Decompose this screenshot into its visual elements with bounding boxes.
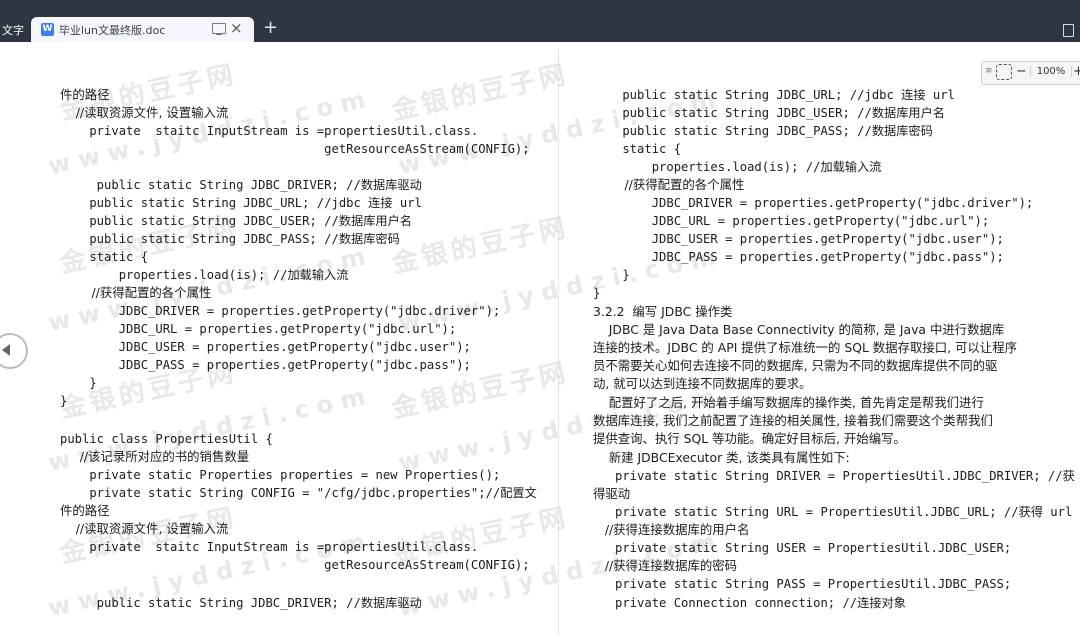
text-line: 配置好了之后, 开始着手编写数据库的操作类, 首先肯定是帮我们进行 (593, 395, 984, 410)
text-line: public class PropertiesUtil { (60, 432, 273, 446)
zoom-out-button[interactable]: − (1016, 64, 1027, 79)
text-line: //读取资源文件, 设置输入流 (60, 521, 229, 536)
text-line: JDBC 是 Java Data Base Connectivity 的简称, … (593, 322, 1005, 337)
tab-bar: 文字 W 毕业lun文最终版.doc × + (0, 0, 1080, 42)
text-line: public static String JDBC_URL; //jdbc 连接… (593, 88, 955, 102)
text-line: JDBC_PASS = properties.getProperty("jdbc… (593, 250, 1004, 264)
text-line: JDBC_URL = properties.getProperty("jdbc.… (593, 214, 990, 228)
text-line: public static String JDBC_PASS; //数据库密码 (60, 232, 400, 246)
text-line: private static String DRIVER = Propertie… (593, 469, 1075, 483)
text-line: } (60, 394, 68, 408)
word-doc-icon: W (41, 23, 54, 36)
fit-to-page-icon[interactable] (996, 64, 1012, 80)
tab-document[interactable]: W 毕业lun文最终版.doc × (31, 17, 254, 42)
text-line: //获得连接数据库的密码 (593, 558, 738, 573)
text-line: //读取资源文件, 设置输入流 (60, 105, 229, 120)
text-line: 连接的技术。JDBC 的 API 提供了标准统一的 SQL 数据存取接口, 可以… (593, 340, 1017, 355)
window-layout-icon[interactable] (1063, 24, 1074, 37)
tab-text[interactable]: 文字 (0, 20, 24, 42)
text-line: JDBC_URL = properties.getProperty("jdbc.… (60, 322, 457, 336)
text-line: //获得连接数据库的用户名 (593, 522, 750, 537)
text-line: public static String JDBC_DRIVER; //数据库驱… (60, 178, 422, 192)
text-line: 得驱动 (593, 486, 631, 501)
text-line: private staitc InputStream is =propertie… (60, 540, 479, 554)
text-line: JDBC_DRIVER = properties.getProperty("jd… (593, 196, 1034, 210)
new-tab-button[interactable]: + (263, 17, 278, 38)
text-line: JDBC_USER = properties.getProperty("jdbc… (60, 340, 471, 354)
text-line: properties.load(is); //加载输入流 (60, 268, 349, 282)
text-line: getResourceAsStream(CONFIG); (60, 558, 530, 572)
text-line: private static String CONFIG = "/cfg/jdb… (60, 486, 537, 500)
text-line: public static String JDBC_PASS; //数据库密码 (593, 124, 933, 138)
text-line: } (593, 286, 601, 300)
monitor-icon[interactable] (212, 23, 226, 35)
zoom-in-button[interactable]: + (1073, 64, 1080, 79)
text-line: JDBC_DRIVER = properties.getProperty("jd… (60, 304, 501, 318)
column-divider (558, 48, 559, 635)
text-line: private static String PASS = PropertiesU… (593, 577, 1012, 591)
text-line: 数据库连接, 我们之前配置了连接的相关属性, 接着我们需要这个类帮我们 (593, 413, 993, 428)
text-line: JDBC_USER = properties.getProperty("jdbc… (593, 232, 1004, 246)
text-line: 提供查询、执行 SQL 等功能。确定好目标后, 开始编写。 (593, 431, 906, 446)
text-line: private static Properties properties = n… (60, 468, 501, 482)
text-line: 新建 JDBCExecutor 类, 该类具有属性如下: (593, 450, 850, 465)
zoom-control: ≡ − 100% + (981, 61, 1080, 85)
text-line: public static String JDBC_URL; //jdbc 连接… (60, 196, 422, 210)
text-line: static { (593, 142, 682, 156)
text-line: //获得配置的各个属性 (60, 285, 212, 300)
text-line: properties.load(is); //加载输入流 (593, 160, 882, 174)
text-line: 件的路径 (60, 503, 110, 518)
text-line: } (593, 268, 630, 282)
drag-handle-icon[interactable]: ≡ (985, 66, 993, 76)
text-line: //获得配置的各个属性 (593, 177, 745, 192)
text-line: 动, 就可以达到连接不同数据库的要求。 (593, 376, 812, 391)
text-line: private static String URL = PropertiesUt… (593, 505, 1073, 519)
text-line: public static String JDBC_USER; //数据库用户名 (60, 214, 412, 228)
zoom-level[interactable]: 100% (1030, 66, 1072, 77)
section-heading: 3.2.2 编写 JDBC 操作类 (593, 304, 733, 319)
text-line: private staitc InputStream is =propertie… (60, 124, 479, 138)
text-line: public static String JDBC_DRIVER; //数据库驱… (60, 596, 422, 610)
close-icon[interactable]: × (230, 19, 243, 37)
text-line: public static String JDBC_USER; //数据库用户名 (593, 106, 945, 120)
text-line: JDBC_PASS = properties.getProperty("jdbc… (60, 358, 471, 372)
text-line: getResourceAsStream(CONFIG); (60, 142, 530, 156)
text-line: static { (60, 250, 149, 264)
text-line: //该记录所对应的书的销售数量 (60, 449, 250, 464)
text-line: 件的路径 (60, 87, 110, 102)
text-line: 员不需要关心如何去连接不同的数据库, 只需为不同的数据库提供不同的驱 (593, 358, 998, 373)
text-line: private Connection connection; //连接对象 (593, 596, 906, 610)
tab-title: 毕业lun文最终版.doc (59, 24, 166, 37)
text-line: private static String USER = PropertiesU… (593, 541, 1012, 555)
text-line: } (60, 376, 97, 390)
